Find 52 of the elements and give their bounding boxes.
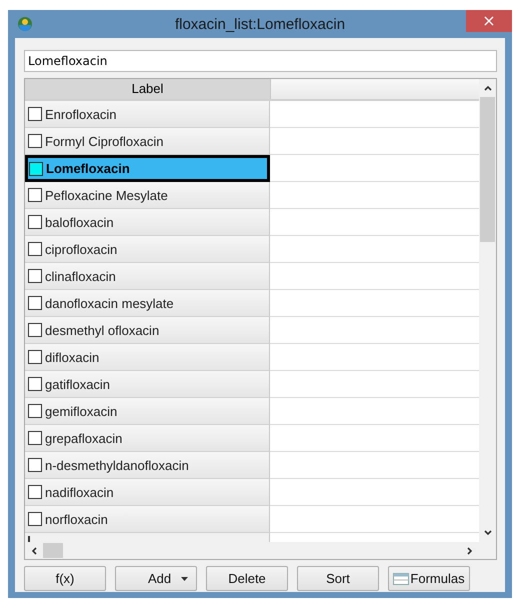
checkbox[interactable] <box>28 512 42 526</box>
formulas-button[interactable]: Formulas <box>388 566 470 591</box>
list-item[interactable]: n-desmethyldanofloxacin <box>25 452 270 479</box>
checkbox[interactable] <box>28 242 42 256</box>
checkbox[interactable] <box>28 485 42 499</box>
window-title: floxacin_list:Lomefloxacin <box>174 16 346 32</box>
scroll-thumb[interactable] <box>43 543 63 558</box>
scroll-left-icon[interactable] <box>30 546 38 556</box>
column-header[interactable]: Label <box>25 79 271 99</box>
dropdown-button[interactable]: Add <box>115 566 197 591</box>
list-item[interactable]: Pefloxacine Mesylate <box>25 182 270 209</box>
checkbox[interactable] <box>28 431 42 445</box>
checkbox[interactable] <box>28 458 42 472</box>
checkbox[interactable] <box>28 188 42 202</box>
caret-icon <box>181 576 188 580</box>
checkbox[interactable] <box>28 296 42 310</box>
app-icon <box>17 16 33 32</box>
checkbox[interactable] <box>28 377 42 391</box>
list-item[interactable]: difloxacin <box>25 344 270 371</box>
button[interactable]: f(x) <box>24 566 106 591</box>
checkbox[interactable] <box>28 350 42 364</box>
list-item[interactable]: ciprofloxacin <box>25 236 270 263</box>
horizontal-scrollbar[interactable] <box>25 542 496 559</box>
scroll-down-icon[interactable] <box>482 529 492 537</box>
scroll-right-icon[interactable] <box>466 546 474 556</box>
list-item[interactable]: Lomefloxacin <box>25 155 270 182</box>
list-item[interactable]: desmethyl ofloxacin <box>25 317 270 344</box>
list-item[interactable]: clinafloxacin <box>25 263 270 290</box>
list-item[interactable]: balofloxacin <box>25 209 270 236</box>
list-item[interactable]: Formyl Ciprofloxacin <box>25 128 270 155</box>
checkbox[interactable] <box>28 134 42 148</box>
list-item[interactable]: Enrofloxacin <box>25 101 270 128</box>
vertical-scrollbar[interactable] <box>479 79 496 542</box>
list-item[interactable]: norfloxacin <box>25 506 270 533</box>
checkbox[interactable] <box>28 269 42 283</box>
scroll-up-icon[interactable] <box>482 84 492 92</box>
checkbox[interactable] <box>28 404 42 418</box>
button[interactable]: Sort <box>297 566 379 591</box>
table-icon <box>393 572 410 586</box>
close-button[interactable]: × <box>466 10 512 32</box>
list-item[interactable]: gatifloxacin <box>25 371 270 398</box>
checkbox[interactable] <box>28 323 42 337</box>
list-item[interactable]: danofloxacin mesylate <box>25 290 270 317</box>
list-item[interactable]: grepafloxacin <box>25 425 270 452</box>
checkbox[interactable] <box>28 107 42 121</box>
name-field[interactable]: Lomefloxacin <box>24 50 497 72</box>
list-item[interactable]: nadifloxacin <box>25 479 270 506</box>
button[interactable]: Delete <box>206 566 288 591</box>
checkbox[interactable] <box>28 215 42 229</box>
scroll-thumb[interactable] <box>480 97 495 242</box>
checkbox[interactable] <box>29 162 43 176</box>
list-item[interactable]: gemifloxacin <box>25 398 270 425</box>
